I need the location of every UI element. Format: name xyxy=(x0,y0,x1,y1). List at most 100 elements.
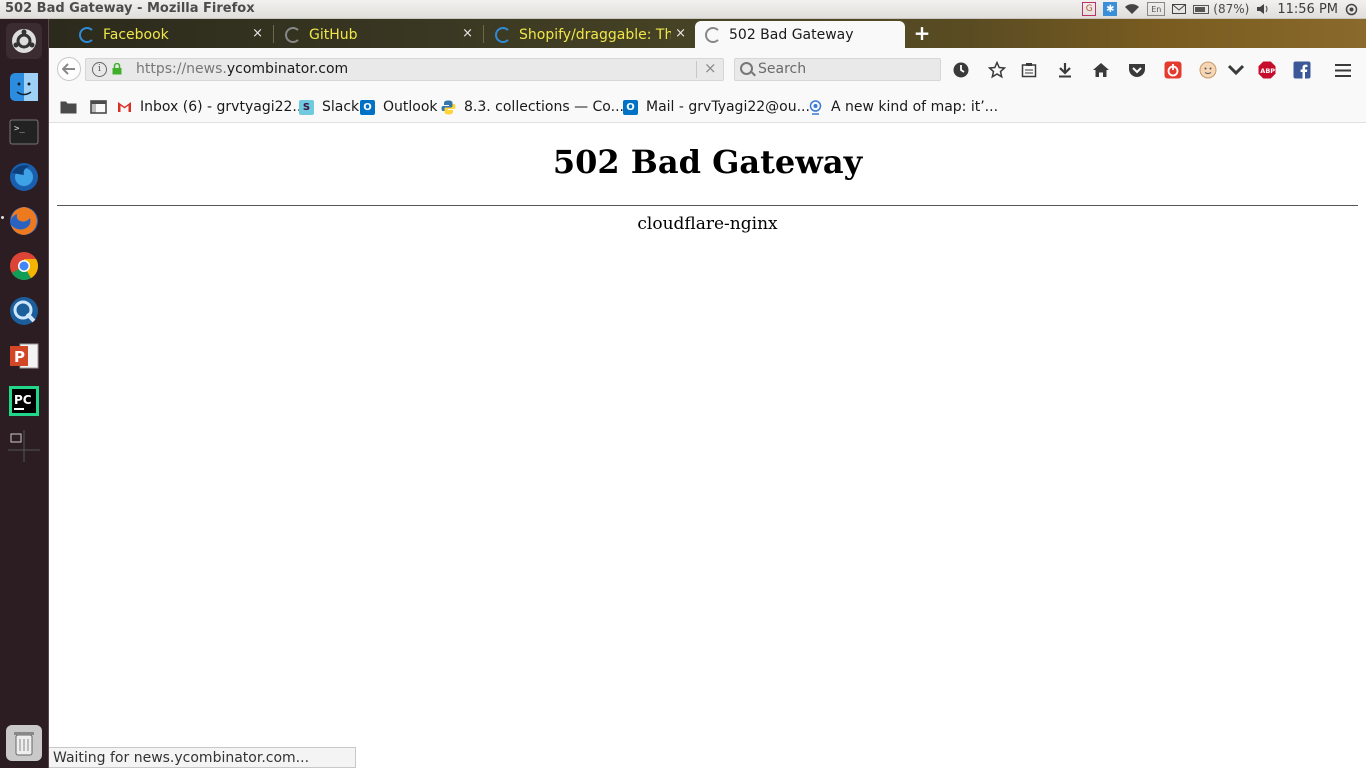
url-divider xyxy=(696,61,697,78)
tab-close-button[interactable]: × xyxy=(462,26,473,41)
trash-icon[interactable] xyxy=(6,725,42,761)
reading-list-button[interactable] xyxy=(1018,59,1040,81)
history-icon xyxy=(953,62,969,78)
lock-icon[interactable] xyxy=(112,63,122,75)
chevron-down-icon xyxy=(1228,64,1244,76)
facebook-icon xyxy=(1293,61,1311,79)
tab-separator xyxy=(273,25,274,43)
download-icon xyxy=(1059,63,1071,78)
bookmarks-folder-button[interactable] xyxy=(60,98,77,116)
bookmark-star-button[interactable] xyxy=(986,59,1008,81)
clock[interactable]: 11:56 PM xyxy=(1277,2,1338,17)
bookmark-label: Outlook xyxy=(383,99,438,115)
battery-indicator[interactable]: (87%) xyxy=(1193,2,1249,16)
home-button[interactable] xyxy=(1090,59,1112,81)
search-placeholder: Search xyxy=(758,61,807,77)
firefox-icon[interactable] xyxy=(6,203,42,239)
chrome-icon[interactable] xyxy=(6,248,42,284)
ubuntu-dash-icon[interactable] xyxy=(6,23,42,59)
search-bar[interactable]: Search xyxy=(734,58,941,81)
tab-502-bad-gateway[interactable]: 502 Bad Gateway xyxy=(695,21,905,48)
bookmark-slack[interactable]: S Slack xyxy=(299,98,359,116)
system-top-bar: 502 Bad Gateway - Mozilla Firefox G ✱ En… xyxy=(0,0,1366,19)
tab-label: Shopify/draggable: The J xyxy=(519,26,671,43)
quicktime-icon[interactable] xyxy=(6,293,42,329)
window-title: 502 Bad Gateway - Mozilla Firefox xyxy=(5,1,255,16)
back-button[interactable] xyxy=(57,57,81,81)
mail-icon[interactable] xyxy=(1172,2,1187,16)
tab-label: GitHub xyxy=(309,26,358,43)
svg-text:ABP: ABP xyxy=(1260,67,1275,75)
grammarly-icon[interactable]: G xyxy=(1082,2,1097,16)
tab-close-button[interactable]: × xyxy=(675,26,686,41)
menu-button[interactable] xyxy=(1332,59,1354,81)
power-gear-icon[interactable] xyxy=(1345,2,1358,16)
hamburger-menu-icon xyxy=(1335,63,1351,77)
facebook-extension-button[interactable] xyxy=(1291,59,1313,81)
pycharm-icon[interactable]: PC xyxy=(6,383,42,419)
downloads-button[interactable] xyxy=(1054,59,1076,81)
github-icon xyxy=(285,26,301,43)
wifi-icon[interactable] xyxy=(1124,2,1140,16)
svg-text:P: P xyxy=(14,348,25,366)
power-extension-button[interactable] xyxy=(1162,59,1184,81)
bookmark-label: 8.3. collections — Co... xyxy=(464,99,624,115)
volume-icon[interactable] xyxy=(1256,2,1270,16)
bookmark-new-kind-of-map[interactable]: A new kind of map: it’... xyxy=(808,98,998,116)
page-content: 502 Bad Gateway cloudflare-nginx xyxy=(49,123,1366,768)
stop-loading-button[interactable]: × xyxy=(704,59,717,77)
loading-spinner-icon xyxy=(705,26,721,43)
bookmark-gmail-inbox[interactable]: Inbox (6) - grvtyagi22... xyxy=(117,98,306,116)
arrow-left-icon xyxy=(62,63,75,75)
info-icon[interactable]: i xyxy=(92,62,107,77)
server-signature: cloudflare-nginx xyxy=(637,214,778,234)
tab-label: Facebook xyxy=(103,26,169,43)
loading-spinner-icon xyxy=(79,26,95,43)
battery-icon xyxy=(1193,4,1210,14)
tab-close-button[interactable]: × xyxy=(252,26,263,41)
sidebar-icon xyxy=(90,100,107,114)
smiley-icon xyxy=(1199,61,1217,79)
url-text[interactable]: https://news.ycombinator.com xyxy=(136,61,348,77)
firefox-developer-icon[interactable] xyxy=(6,159,42,195)
extension-dropdown-button[interactable] xyxy=(1225,59,1247,81)
powerpoint-icon[interactable]: P xyxy=(6,338,42,374)
bluetooth-icon[interactable]: ✱ xyxy=(1103,2,1118,16)
tab-bar: Facebook × GitHub × Shopify/draggable: T… xyxy=(49,19,1366,48)
status-bar: Waiting for news.ycombinator.com... xyxy=(49,747,356,768)
tab-separator xyxy=(483,25,484,43)
history-button[interactable] xyxy=(950,59,972,81)
keyboard-layout-indicator[interactable]: En xyxy=(1147,2,1166,16)
bookmark-label: A new kind of map: it’... xyxy=(831,99,999,115)
search-icon xyxy=(740,62,753,75)
bookmark-outlook[interactable]: O Outlook xyxy=(360,98,438,116)
star-icon xyxy=(988,61,1006,79)
navigation-toolbar: i https://news.ycombinator.com × Search … xyxy=(49,48,1366,91)
running-indicator xyxy=(1,216,4,219)
sidebar-toggle-button[interactable] xyxy=(90,98,107,116)
bookmark-label: Slack xyxy=(322,99,360,115)
workspace-switcher-icon[interactable] xyxy=(6,428,42,464)
url-bar[interactable]: i https://news.ycombinator.com × xyxy=(85,58,724,81)
folder-icon xyxy=(60,101,77,114)
bookmark-label: Inbox (6) - grvtyagi22... xyxy=(140,99,306,115)
tab-facebook[interactable]: Facebook × xyxy=(69,21,269,48)
system-indicators: G ✱ En (87%) 11:56 PM xyxy=(1082,0,1358,18)
tab-github[interactable]: GitHub × xyxy=(275,21,479,48)
outlook-mail-icon: O xyxy=(623,99,638,115)
terminal-icon[interactable]: >_ xyxy=(6,114,42,150)
bookmark-python-collections[interactable]: 8.3. collections — Co... xyxy=(441,98,624,116)
bookmarks-toolbar: Inbox (6) - grvtyagi22... S Slack O Outl… xyxy=(49,91,1366,123)
adblock-plus-button[interactable]: ABP xyxy=(1256,59,1278,81)
svg-text:>_: >_ xyxy=(14,124,25,134)
battery-percent: (87%) xyxy=(1213,2,1250,16)
pocket-button[interactable] xyxy=(1126,59,1148,81)
tab-shopify-draggable[interactable]: Shopify/draggable: The J × xyxy=(485,21,692,48)
emoji-extension-button[interactable] xyxy=(1197,59,1219,81)
new-tab-button[interactable]: + xyxy=(911,22,933,44)
bookmark-outlook-mail[interactable]: O Mail - grvTyagi22@ou... xyxy=(623,98,810,116)
outlook-icon: O xyxy=(360,99,375,115)
finder-icon[interactable] xyxy=(6,69,42,105)
loading-spinner-icon xyxy=(495,26,511,43)
url-prefix: https://news. xyxy=(136,61,227,77)
